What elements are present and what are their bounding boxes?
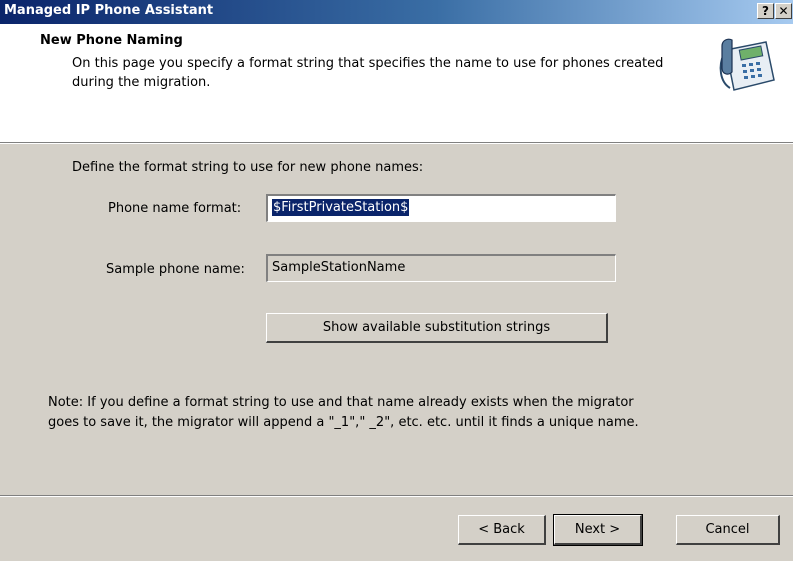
next-button[interactable]: Next >	[553, 514, 643, 546]
phone-name-format-input[interactable]: $FirstPrivateStation$	[266, 194, 616, 222]
page-title: New Phone Naming	[40, 33, 183, 48]
footer-divider	[0, 495, 793, 497]
note-line-1: Note: If you define a format string to u…	[48, 395, 634, 410]
note-line-2: goes to save it, the migrator will appen…	[48, 415, 639, 430]
intro-text: Define the format string to use for new …	[72, 160, 424, 175]
desk-phone-icon	[719, 38, 775, 91]
back-button[interactable]: < Back	[458, 515, 546, 545]
header-divider	[0, 142, 793, 144]
page-description: On this page you specify a format string…	[72, 56, 664, 90]
title-bar[interactable]: Managed IP Phone Assistant ? ✕	[0, 0, 793, 24]
wizard-window: Managed IP Phone Assistant ? ✕ New Phone…	[0, 0, 793, 561]
sample-phone-name-value: SampleStationName	[272, 260, 406, 275]
cancel-button[interactable]: Cancel	[676, 515, 780, 545]
sample-phone-name-label: Sample phone name:	[106, 262, 245, 277]
close-button[interactable]: ✕	[775, 3, 792, 19]
phone-name-format-value: $FirstPrivateStation$	[272, 199, 410, 216]
sample-phone-name-field: SampleStationName	[266, 254, 616, 282]
help-button[interactable]: ?	[757, 3, 774, 19]
phone-name-format-label: Phone name format:	[108, 201, 242, 216]
window-title: Managed IP Phone Assistant	[4, 3, 214, 18]
show-substitution-strings-button[interactable]: Show available substitution strings	[266, 313, 608, 343]
note-text: Note: If you define a format string to u…	[48, 393, 748, 433]
